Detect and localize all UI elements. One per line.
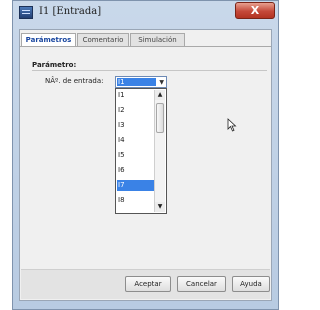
tab-comentario[interactable]: Comentario <box>77 33 129 47</box>
dropdown-option[interactable]: I3 <box>117 120 154 131</box>
input-number-select[interactable]: I1 ▼ <box>115 76 167 88</box>
button-bar: Aceptar Cancelar Ayuda <box>21 269 270 299</box>
group-separator <box>32 70 267 71</box>
chevron-down-icon[interactable]: ▼ <box>159 78 164 87</box>
dropdown-option[interactable]: I8 <box>117 195 154 206</box>
scroll-down-icon[interactable]: ▼ <box>155 202 165 212</box>
dropdown-option[interactable]: I1 <box>117 90 154 101</box>
tab-divider <box>20 46 271 47</box>
scrollbar-thumb[interactable] <box>156 103 164 133</box>
close-button[interactable]: X <box>235 2 275 19</box>
title-bar[interactable]: I1 [Entrada] X <box>13 1 278 25</box>
dropdown-scrollbar[interactable]: ▲ ▼ <box>154 90 165 212</box>
tab-simulacion[interactable]: Simulación <box>130 33 185 47</box>
input-number-dropdown-list[interactable]: I1 I2 I3 I4 I5 I6 I7 I8 ▲ ▼ <box>115 88 167 214</box>
dropdown-option[interactable]: I6 <box>117 165 154 176</box>
dialog-window: I1 [Entrada] X Parámetros Comentario Sim… <box>12 0 279 310</box>
selected-value: I1 <box>117 78 156 86</box>
dropdown-option-selected[interactable]: I7 <box>117 180 154 191</box>
tab-parametros[interactable]: Parámetros <box>21 33 76 47</box>
mouse-pointer-icon <box>227 118 237 132</box>
cancel-button[interactable]: Cancelar <box>177 276 226 292</box>
dropdown-option[interactable]: I5 <box>117 150 154 161</box>
parameter-group-title: Parámetro: <box>32 61 77 69</box>
window-title: I1 [Entrada] <box>39 6 102 17</box>
accept-button[interactable]: Aceptar <box>125 276 171 292</box>
dropdown-option[interactable]: I4 <box>117 135 154 146</box>
app-icon <box>19 6 33 19</box>
input-number-label: NÂº. de entrada: <box>45 77 104 85</box>
help-button[interactable]: Ayuda <box>232 276 270 292</box>
scroll-up-icon[interactable]: ▲ <box>155 90 165 100</box>
dialog-content: Parámetros Comentario Simulación Parámet… <box>19 29 272 301</box>
dropdown-option[interactable]: I2 <box>117 105 154 116</box>
